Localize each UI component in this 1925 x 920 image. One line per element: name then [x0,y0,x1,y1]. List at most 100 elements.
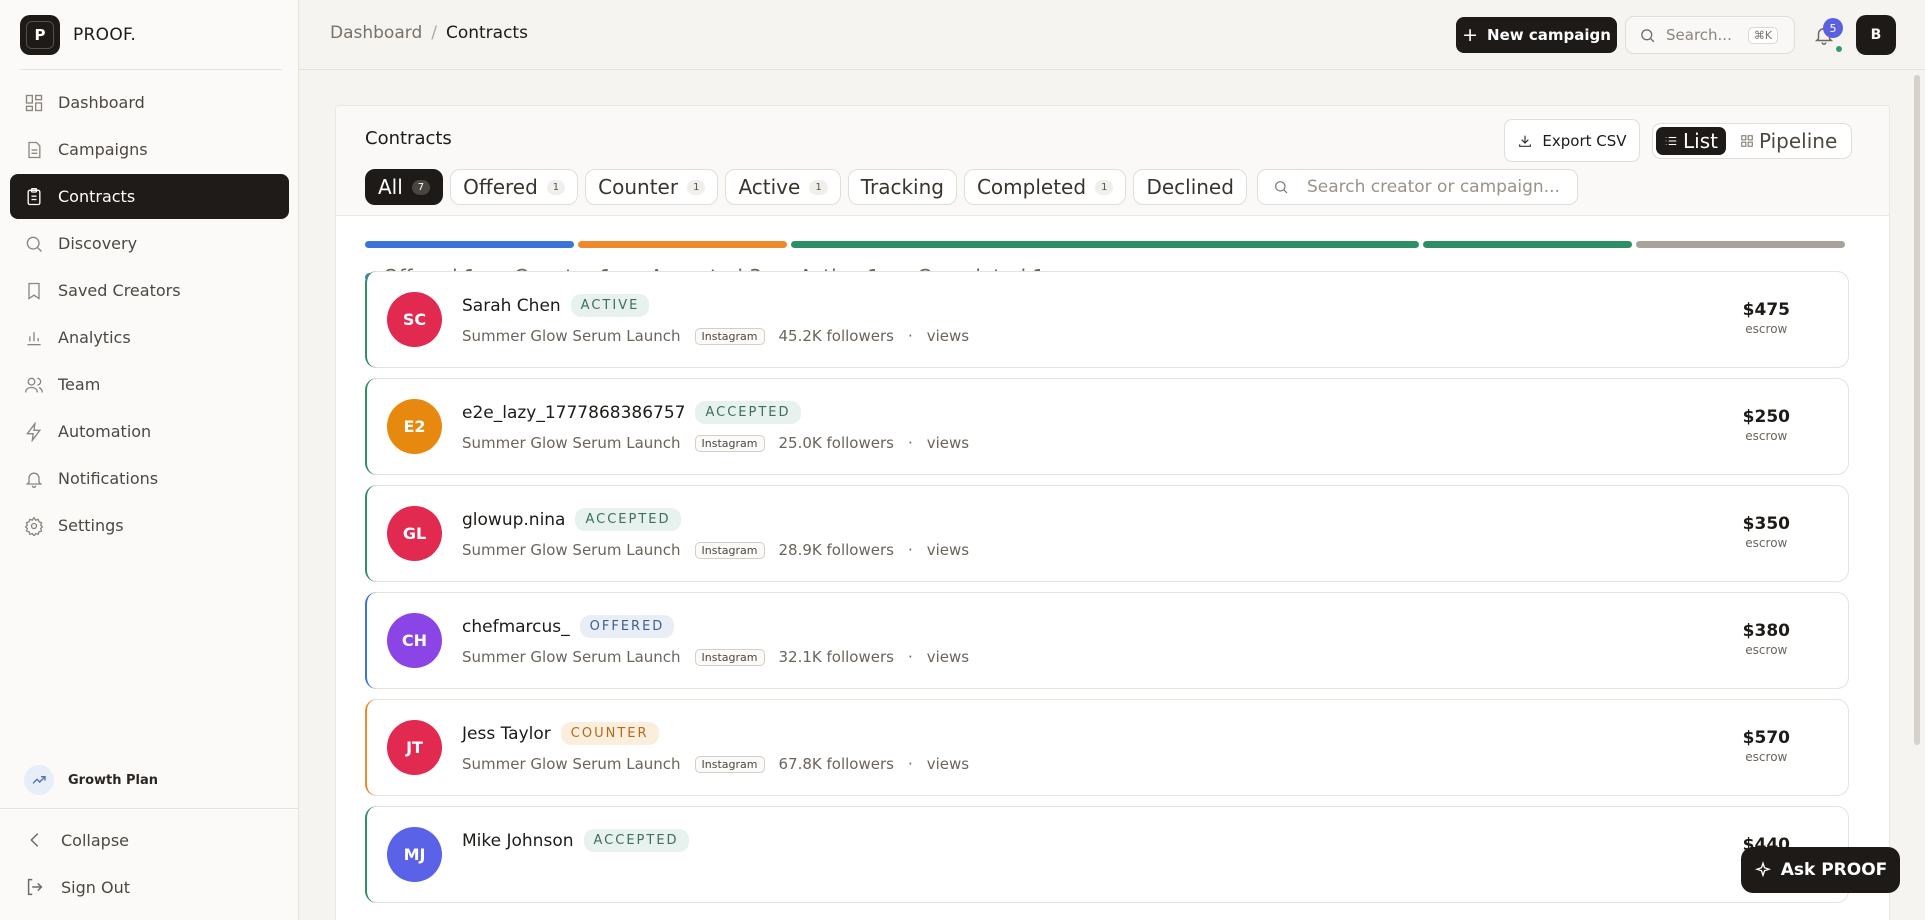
contract-meta: Summer Glow Serum Launch Instagram 28.9K f… [462,541,969,559]
pipeline-grid-icon [1741,135,1753,147]
contract-row[interactable]: CH chefmarcus_ OFFERED Summer Glow Serum La… [365,592,1849,689]
export-csv-button[interactable]: Export CSV [1504,119,1640,162]
global-search[interactable]: Search... ⌘K [1625,16,1795,54]
filter-completed[interactable]: Completed 1 [963,169,1127,205]
sidebar: P PROOF. Dashboard Campaigns Contracts Disc… [0,0,299,920]
offered-segment [365,241,574,248]
contract-search-input[interactable]: Search creator or campaign... [1256,169,1578,205]
contract-amount: $380 escrow [1743,621,1790,657]
creator-avatar: JT [387,720,442,775]
sidebar-item-notifications[interactable]: Notifications [10,456,289,501]
creator-name[interactable]: chefmarcus_ [462,617,570,637]
creator-name-line: Mike Johnson ACCEPTED [462,829,689,852]
sidebar-item-discovery[interactable]: Discovery [10,221,289,266]
gear-icon [24,515,44,536]
sidebar-item-settings[interactable]: Settings [10,503,289,548]
filter-count: 1 [687,179,706,195]
filter-count: 1 [809,179,828,195]
creator-name[interactable]: Jess Taylor [462,724,551,744]
sidebar-item-saved-creators[interactable]: Saved Creators [10,268,289,313]
view-list-label: List [1683,129,1718,153]
filter-active[interactable]: Active 1 [725,169,841,205]
sidebar-item-team[interactable]: Team [10,362,289,407]
breadcrumb-dashboard[interactable]: Dashboard [330,23,422,43]
contract-row[interactable]: MJ Mike Johnson ACCEPTED $440 [365,806,1849,903]
filter-all[interactable]: All 7 [365,169,444,205]
contract-meta: Summer Glow Serum Launch Instagram 25.0K f… [462,434,969,452]
list-icon [1665,136,1677,146]
amount-label: escrow [1745,643,1788,657]
filter-label: Active [738,175,801,199]
contract-amount: $250 escrow [1743,407,1790,443]
creator-name[interactable]: glowup.nina [462,510,565,530]
amount-value: $380 [1742,621,1790,641]
sidebar-item-analytics[interactable]: Analytics [10,315,289,360]
sidebar-item-label: Campaigns [58,140,148,159]
sidebar-item-contracts[interactable]: Contracts [10,174,289,219]
completed-segment [1636,241,1845,248]
sidebar-item-label: Discovery [58,234,138,253]
creator-avatar: MJ [387,827,442,882]
brand-logo: P [20,15,60,55]
creator-name[interactable]: Mike Johnson [462,831,574,851]
status-edge [365,806,377,903]
creator-name-line: chefmarcus_ OFFERED [462,615,675,638]
status-badge: OFFERED [579,615,675,638]
status-badge: COUNTER [560,722,659,745]
breadcrumb: Dashboard / Contracts [330,23,528,43]
status-badge: ACTIVE [570,294,650,317]
view-list-button[interactable]: List [1656,127,1726,155]
creator-name[interactable]: e2e_lazy_1777868386757 [462,403,685,423]
contract-amount: $570 escrow [1743,728,1790,764]
status-badge: ACCEPTED [583,829,689,852]
filter-offered[interactable]: Offered 1 [450,169,579,205]
status-edge [365,378,377,475]
creator-name[interactable]: Sarah Chen [462,296,561,316]
sidebar-item-label: Saved Creators [58,281,181,300]
contract-search-placeholder: Search creator or campaign... [1306,177,1560,197]
search-placeholder: Search... [1666,26,1732,44]
contract-meta: Summer Glow Serum Launch Instagram 67.8K f… [462,755,969,773]
sidebar-item-dashboard[interactable]: Dashboard [10,80,289,125]
platform-badge: Instagram [694,434,765,452]
filter-tracking[interactable]: Tracking [847,169,957,205]
creator-avatar: E2 [387,399,442,454]
collapse-button[interactable]: Collapse [24,829,129,851]
collapse-label: Collapse [61,830,129,850]
filter-label: Tracking [860,175,944,199]
filter-label: All [378,175,403,199]
platform-badge: Instagram [694,648,765,666]
sidebar-item-label: Contracts [58,187,136,206]
contract-amount: $475 escrow [1743,300,1790,336]
notifications-button[interactable]: 5 [1809,18,1843,53]
platform-badge: Instagram [694,541,765,559]
creator-name-line: Jess Taylor COUNTER [462,722,659,745]
scrollbar[interactable] [1914,75,1920,745]
contract-row[interactable]: SC Sarah Chen ACTIVE Summer Glow Serum Laun… [365,271,1849,368]
sidebar-item-automation[interactable]: Automation [10,409,289,454]
sidebar-item-label: Team [58,375,101,394]
ask-proof-button[interactable]: Ask PROOF [1741,847,1900,893]
follower-count: 45.2K followers [778,327,894,345]
new-campaign-button[interactable]: + New campaign [1456,17,1617,53]
view-pipeline-label: Pipeline [1759,129,1838,153]
view-pipeline-button[interactable]: Pipeline [1732,127,1845,155]
sidebar-item-label: Settings [58,516,124,535]
contract-row[interactable]: E2 e2e_lazy_1777868386757 ACCEPTED Summer G… [365,378,1849,475]
filter-declined[interactable]: Declined [1133,169,1247,205]
sign-out-icon [27,878,43,896]
sidebar-item-campaigns[interactable]: Campaigns [10,127,289,172]
filter-counter[interactable]: Counter 1 [585,169,719,205]
sign-out-button[interactable]: Sign Out [24,876,130,898]
contract-row[interactable]: GL glowup.nina ACCEPTED Summer Glow Serum L… [365,485,1849,582]
filter-count: 1 [546,179,566,195]
plan-badge[interactable]: Growth Plan [24,765,158,795]
active-segment [1423,241,1632,248]
user-avatar[interactable]: B [1856,15,1896,55]
contract-row[interactable]: JT Jess Taylor COUNTER Summer Glow Serum La… [365,699,1849,796]
creator-avatar: SC [387,292,442,347]
brand-name: PROOF. [73,25,137,45]
campaign-name: Summer Glow Serum Launch [462,541,681,559]
status-edge [365,485,377,582]
brand[interactable]: P PROOF. [20,15,136,55]
